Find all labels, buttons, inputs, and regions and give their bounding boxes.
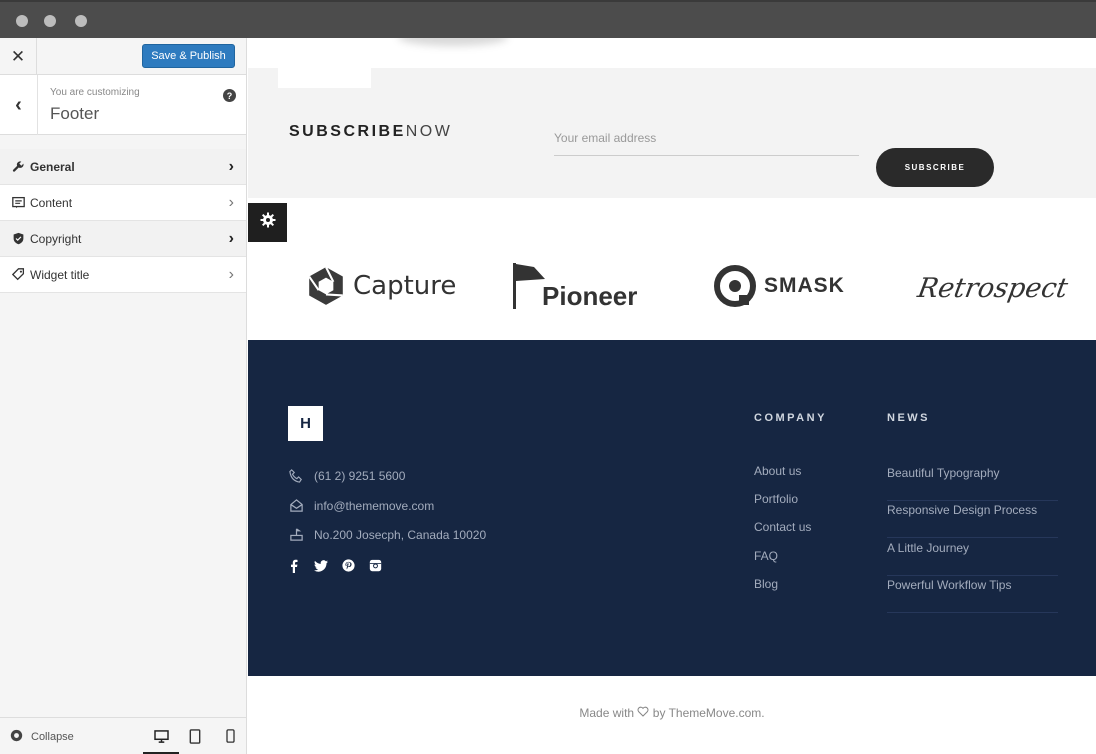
subscribe-heading-light: NOW [405, 123, 453, 140]
tablet-preview-icon[interactable] [187, 728, 203, 744]
heart-icon [637, 706, 652, 720]
sidebar-footer: Collapse [0, 717, 246, 754]
address-text: No.200 Josecph, Canada 10020 [314, 527, 487, 542]
site-footer: H (61 2) 9251 5600 info@thememove.com No… [248, 340, 1096, 676]
instagram-icon[interactable] [369, 559, 382, 578]
footer-credit: Made with by ThemeMove.com. [248, 706, 1096, 720]
logo-retrospect[interactable]: Retrospect [915, 273, 1071, 304]
chevron-left-icon: ‹ [15, 93, 22, 116]
email-input[interactable]: Your email address [554, 128, 859, 156]
collapse-icon [10, 729, 23, 745]
company-link[interactable]: FAQ [754, 549, 778, 563]
gear-icon [260, 212, 276, 233]
mobile-preview-icon[interactable] [222, 728, 238, 744]
subscribe-heading: SUBSCRIBENOW [289, 123, 452, 141]
subscribe-heading-bold: SUBSCRIBE [289, 123, 406, 140]
close-customizer-button[interactable]: ✕ [0, 38, 37, 75]
footer-logo[interactable]: H [288, 406, 323, 441]
customizing-title: Footer [50, 104, 100, 123]
facebook-icon[interactable] [288, 559, 300, 578]
shield-icon [0, 232, 30, 245]
news-heading: NEWS [887, 412, 930, 424]
window-titlebar [0, 0, 1096, 38]
sidebar-item-label: General [30, 159, 75, 174]
customizing-subtitle: You are customizing [50, 87, 140, 98]
collapse-label: Collapse [31, 731, 74, 743]
tag-icon [0, 268, 30, 281]
credit-prefix: Made with [579, 706, 635, 720]
social-links [288, 559, 382, 578]
window-minimize-dot[interactable] [44, 15, 56, 27]
logo-smask[interactable]: SMASK [714, 265, 845, 307]
smask-logo-icon [714, 265, 756, 307]
logo-retrospect-text: Retrospect [915, 273, 1071, 304]
back-button[interactable]: ‹ [0, 75, 38, 135]
sidebar-item-widget-title[interactable]: Widget title › [0, 257, 246, 293]
footer-email: info@thememove.com [288, 498, 434, 513]
wrench-icon [0, 160, 30, 173]
logo-capture-text: Capture [353, 271, 457, 301]
sidebar-item-label: Copyright [30, 231, 82, 246]
company-link[interactable]: Blog [754, 577, 778, 591]
client-logos: Capture Pioneer SMASK Retrospect [248, 243, 1096, 340]
capture-logo-icon [308, 266, 343, 305]
news-link[interactable]: Powerful Workflow Tips [887, 576, 1058, 613]
company-link[interactable]: Portfolio [754, 492, 798, 506]
sidebar-item-content[interactable]: Content › [0, 185, 246, 221]
sidebar-item-general[interactable]: General › [0, 149, 246, 185]
content-icon [0, 196, 30, 209]
chevron-right-icon: › [228, 158, 234, 175]
subscribe-button[interactable]: SUBSCRIBE [876, 148, 994, 187]
news-link[interactable]: A Little Journey [887, 539, 1058, 576]
save-publish-button[interactable]: Save & Publish [142, 44, 235, 68]
location-icon [288, 527, 304, 542]
logo-capture[interactable]: Capture [305, 265, 456, 307]
flag-icon [513, 262, 545, 309]
site-preview: SUBSCRIBENOW Your email address SUBSCRIB… [248, 38, 1096, 754]
customizing-panel: ‹ You are customizing Footer ? [0, 75, 246, 135]
sidebar-item-copyright[interactable]: Copyright › [0, 221, 246, 257]
logo-pioneer-text: Pioneer [542, 281, 638, 311]
subscribe-notch [278, 68, 371, 88]
logo-pioneer[interactable]: Pioneer [512, 259, 637, 312]
footer-address: No.200 Josecph, Canada 10020 [288, 527, 486, 542]
footer-phone: (61 2) 9251 5600 [288, 469, 405, 483]
pinterest-icon[interactable] [342, 559, 355, 578]
cursor-shadow [398, 38, 508, 46]
window-close-dot[interactable] [16, 15, 28, 27]
company-link[interactable]: About us [754, 464, 801, 478]
credit-suffix[interactable]: by ThemeMove.com. [653, 706, 765, 720]
logo-smask-text: SMASK [764, 274, 845, 297]
phone-text: (61 2) 9251 5600 [314, 469, 406, 483]
window-maximize-dot[interactable] [75, 15, 87, 27]
sidebar-header: ✕ Save & Publish [0, 38, 246, 75]
company-link[interactable]: Contact us [754, 520, 811, 534]
sidebar-menu: General › Content › Copyright › Widget t… [0, 149, 246, 293]
sidebar-item-label: Widget title [30, 267, 90, 282]
settings-gear-button[interactable] [248, 203, 287, 242]
help-icon[interactable]: ? [223, 89, 236, 102]
news-link[interactable]: Responsive Design Process [887, 501, 1058, 538]
twitter-icon[interactable] [314, 559, 328, 578]
company-heading: COMPANY [754, 412, 827, 424]
chevron-right-icon: › [228, 230, 234, 247]
email-text[interactable]: info@thememove.com [314, 499, 434, 513]
phone-icon [288, 469, 304, 483]
envelope-icon [288, 498, 304, 513]
close-icon: ✕ [10, 46, 26, 66]
sidebar-item-label: Content [30, 195, 73, 210]
chevron-right-icon: › [228, 194, 234, 211]
desktop-preview-icon[interactable] [153, 728, 169, 744]
customizer-sidebar: ✕ Save & Publish ‹ You are customizing F… [0, 38, 247, 754]
subscribe-section: SUBSCRIBENOW Your email address SUBSCRIB… [248, 68, 1096, 198]
collapse-button[interactable]: Collapse [10, 729, 74, 745]
chevron-right-icon: › [228, 266, 234, 283]
news-link[interactable]: Beautiful Typography [887, 464, 1058, 501]
